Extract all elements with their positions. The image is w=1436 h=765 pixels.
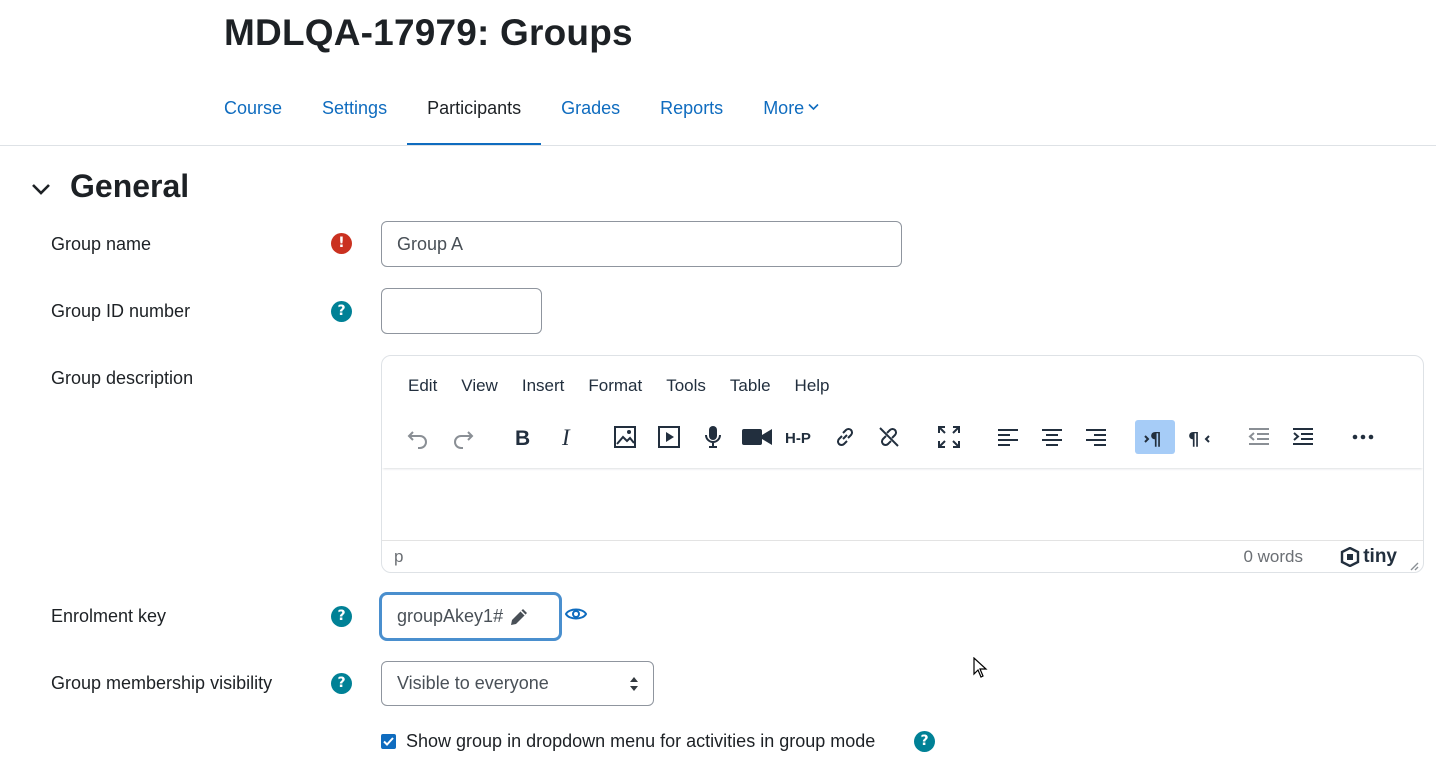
menu-table[interactable]: Table [718,376,783,396]
enrolment-key-field[interactable]: groupAkey1# [379,592,562,641]
fullscreen-icon[interactable] [929,420,969,454]
tab-more[interactable]: More [743,70,839,146]
group-id-input[interactable] [381,288,542,334]
tiny-brand-text: tiny [1363,546,1397,567]
svg-text:B: B [515,427,530,450]
show-in-dropdown-label: Show group in dropdown menu for activiti… [406,731,876,751]
rtl-icon[interactable]: ¶ [1179,420,1219,454]
group-id-label: Group ID number [51,301,191,321]
svg-text:¶: ¶ [1150,429,1161,450]
editor-menubar: Edit View Insert Format Tools Table Help [396,376,842,396]
undo-icon[interactable] [398,420,438,454]
more-icon[interactable] [1343,420,1383,454]
help-icon[interactable]: ? [914,731,935,752]
show-in-dropdown-checkbox[interactable] [381,734,396,749]
group-name-input[interactable] [381,221,902,267]
menu-insert[interactable]: Insert [510,376,577,396]
tab-participants[interactable]: Participants [407,70,542,146]
tab-settings[interactable]: Settings [302,70,407,146]
visibility-label: Group membership visibility [51,673,273,693]
tiny-logo[interactable]: tiny [1340,546,1397,568]
collapse-section-icon[interactable] [28,176,56,204]
link-icon[interactable] [825,420,865,454]
record-video-icon[interactable] [737,420,777,454]
menu-edit[interactable]: Edit [396,376,449,396]
group-description-label: Group description [51,368,194,388]
required-icon: ! [331,233,352,254]
ltr-icon[interactable]: ¶ [1135,420,1175,454]
page-title: MDLQA-17979: Groups [224,12,633,53]
menu-format[interactable]: Format [576,376,654,396]
align-right-icon[interactable] [1076,420,1116,454]
visibility-selected-value: Visible to everyone [397,673,549,693]
tab-grades[interactable]: Grades [541,70,640,146]
menu-view[interactable]: View [449,376,510,396]
enrolment-key-value: groupAkey1# [397,606,504,626]
secondary-navigation: Course Settings Participants Grades Repo… [204,70,839,146]
menu-help[interactable]: Help [783,376,842,396]
svg-text:I: I [561,425,571,450]
mouse-cursor-icon [973,656,989,679]
description-editor: Edit View Insert Format Tools Table Help… [381,355,1424,573]
tab-course[interactable]: Course [204,70,302,146]
h5p-icon[interactable]: H-P [781,420,821,454]
editor-toolbar: B I H-P ¶ ¶ [382,416,1423,468]
align-left-icon[interactable] [988,420,1028,454]
reveal-eye-icon[interactable] [564,603,588,625]
redo-icon[interactable] [443,420,483,454]
resize-handle-icon[interactable] [1407,556,1419,571]
bold-icon[interactable]: B [502,420,542,454]
visibility-select[interactable]: Visible to everyone [381,661,654,706]
chevron-down-icon [808,100,819,114]
help-icon[interactable]: ? [331,673,352,694]
record-audio-icon[interactable] [693,420,733,454]
indent-icon[interactable] [1283,420,1323,454]
select-arrows-icon [629,676,639,697]
edit-pencil-icon[interactable] [508,606,530,628]
editor-statusbar: p 0 words tiny [382,540,1423,572]
group-name-label: Group name [51,234,152,254]
svg-text:H-P: H-P [785,430,811,447]
section-title: General [70,168,190,204]
outdent-icon[interactable] [1239,420,1279,454]
menu-tools[interactable]: Tools [654,376,718,396]
element-path[interactable]: p [394,547,403,567]
tab-more-label: More [763,97,805,118]
align-center-icon[interactable] [1032,420,1072,454]
unlink-icon[interactable] [869,420,909,454]
nav-divider [0,145,1436,146]
italic-icon[interactable]: I [546,420,586,454]
word-count[interactable]: 0 words [1243,547,1303,567]
tab-reports[interactable]: Reports [640,70,743,146]
help-icon[interactable]: ? [331,606,352,627]
help-icon[interactable]: ? [331,301,352,322]
image-icon[interactable] [605,420,645,454]
media-icon[interactable] [649,420,689,454]
enrolment-key-label: Enrolment key [51,606,167,626]
svg-text:¶: ¶ [1188,429,1199,450]
